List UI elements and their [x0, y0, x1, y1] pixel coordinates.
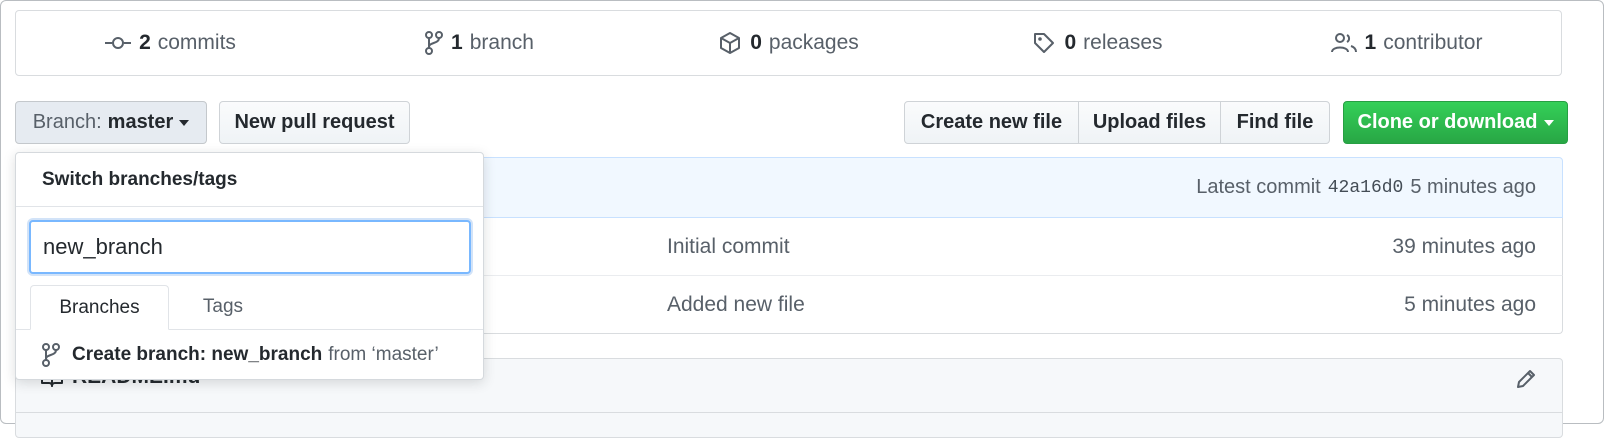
latest-commit-label: Latest commit [1196, 176, 1321, 198]
contributors-label: contributor [1383, 31, 1483, 54]
branch-select-button[interactable]: Branch: master [15, 101, 207, 144]
commit-icon [105, 36, 132, 50]
file-actions-group: Create new file Upload files Find file [904, 101, 1330, 144]
branch-filter-input[interactable] [29, 220, 471, 274]
releases-count: 0 [1064, 31, 1077, 54]
branches-stat[interactable]: 1 branch [325, 31, 634, 55]
contributors-count: 1 [1364, 31, 1377, 54]
new-pull-request-button[interactable]: New pull request [219, 101, 410, 144]
tag-icon [1032, 31, 1056, 55]
upload-files-button[interactable]: Upload files [1078, 101, 1221, 144]
branch-name: master [107, 111, 174, 133]
commits-stat[interactable]: 2 commits [16, 31, 325, 55]
clone-or-download-button[interactable]: Clone or download [1343, 101, 1568, 144]
tab-tags[interactable]: Tags [173, 285, 273, 329]
branches-label: branch [469, 31, 534, 54]
pencil-icon[interactable] [1514, 367, 1538, 391]
branch-icon [42, 343, 60, 367]
releases-stat[interactable]: 0 releases [943, 31, 1252, 55]
commit-age: 5 minutes ago [1404, 292, 1536, 316]
commits-count: 2 [139, 31, 151, 54]
latest-commit-info: Latest commit 42a16d0 5 minutes ago [1196, 158, 1536, 217]
packages-count: 0 [750, 31, 762, 54]
find-file-button[interactable]: Find file [1220, 101, 1330, 144]
clone-label: Clone or download [1357, 111, 1538, 133]
create-branch-label: Create branch: new_branch [72, 344, 323, 365]
people-icon [1330, 32, 1357, 54]
branch-menu-tabs: Branches Tags [16, 285, 483, 330]
commit-age: 39 minutes ago [1392, 234, 1536, 258]
commit-message-link[interactable]: Initial commit [667, 218, 790, 275]
readme-divider [16, 412, 1562, 413]
commit-message-link[interactable]: Added new file [667, 276, 805, 333]
releases-label: releases [1083, 31, 1163, 54]
menu-title: Switch branches/tags [16, 153, 483, 207]
commits-label: commits [157, 31, 236, 54]
branch-switcher-menu: Switch branches/tags Branches Tags Creat… [15, 152, 484, 380]
create-branch-source: from ‘master’ [328, 344, 439, 365]
create-new-file-button[interactable]: Create new file [904, 101, 1079, 144]
package-icon [718, 31, 742, 55]
branch-filter [29, 220, 471, 274]
packages-stat[interactable]: 0 packages [634, 31, 943, 55]
tab-branches[interactable]: Branches [30, 285, 169, 330]
create-branch-item[interactable]: Create branch: new_branch from ‘master’ [42, 333, 439, 377]
branches-count: 1 [451, 31, 463, 54]
branch-icon [425, 31, 444, 55]
packages-label: packages [768, 31, 859, 54]
commit-sha-link[interactable]: 42a16d0 [1328, 178, 1404, 198]
branch-prefix: Branch: [32, 111, 102, 133]
numbers-summary: 2 commits 1 branch 0 packages 0 releases… [15, 10, 1562, 76]
contributors-stat[interactable]: 1 contributor [1252, 31, 1561, 55]
latest-commit-age: 5 minutes ago [1410, 176, 1536, 198]
caret-down-icon [1543, 119, 1554, 126]
caret-down-icon [179, 119, 190, 126]
